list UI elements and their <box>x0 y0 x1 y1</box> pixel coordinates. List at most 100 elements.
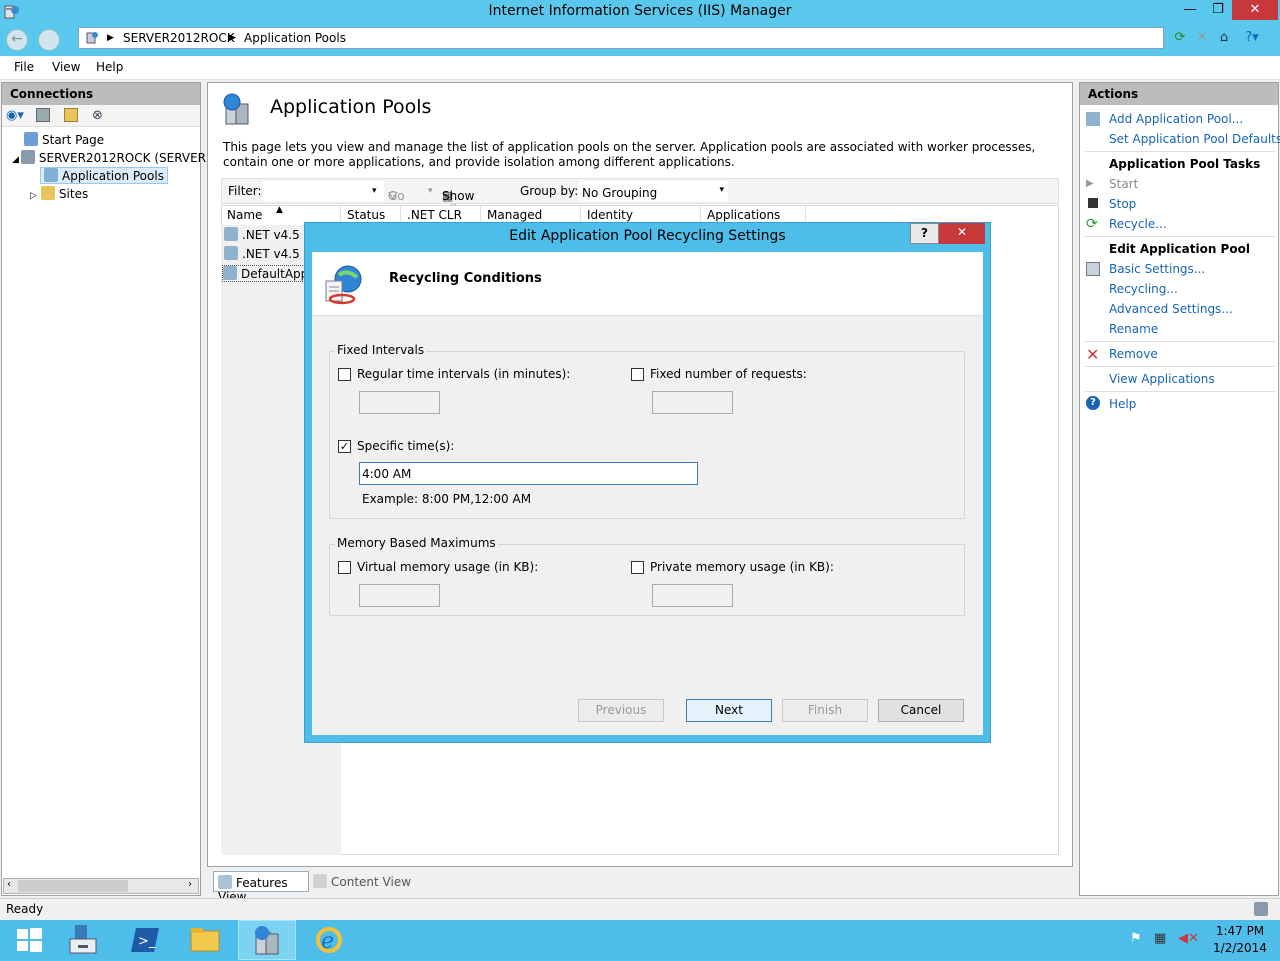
dialog-help-button[interactable]: ? <box>910 223 939 244</box>
refresh-icon[interactable]: ⟳ <box>1171 29 1189 47</box>
svg-text:>_: >_ <box>138 934 156 949</box>
minimize-button[interactable]: — <box>1176 0 1204 20</box>
finish-button[interactable]: Finish <box>782 699 868 722</box>
tree-server[interactable]: ◢ SERVER2012ROCK (SERVER201 <box>12 150 229 165</box>
virtual-memory-input[interactable] <box>359 584 440 607</box>
view-applications-link[interactable]: View Applications <box>1109 372 1215 386</box>
start-link[interactable]: Start <box>1109 177 1138 191</box>
taskbar-powershell[interactable]: >_ <box>116 920 174 960</box>
connections-header: Connections <box>2 83 200 105</box>
start-page-icon <box>24 132 38 146</box>
help-dropdown-icon[interactable]: ?▾ <box>1243 29 1261 47</box>
filter-label: Filter: <box>228 184 262 198</box>
pool-icon <box>224 246 238 260</box>
taskbar-server-manager[interactable] <box>54 920 112 960</box>
breadcrumb-separator-icon: ▶ <box>107 33 114 43</box>
status-text: Ready <box>6 902 44 916</box>
scroll-thumb[interactable] <box>18 880 128 892</box>
network-icon[interactable]: ▦ <box>1154 931 1166 946</box>
address-bar[interactable]: ▶ SERVER2012ROCK ▶ Application Pools <box>78 27 1164 49</box>
application-pools-icon <box>223 93 249 125</box>
breadcrumb-separator-icon: ▶ <box>229 33 236 43</box>
close-button[interactable]: ✕ <box>1232 0 1278 20</box>
forward-button[interactable] <box>38 29 60 51</box>
fixed-requests-input[interactable] <box>652 391 733 414</box>
basic-settings-link[interactable]: Basic Settings... <box>1109 262 1205 276</box>
go-dropdown-icon[interactable]: ▾ <box>428 186 433 196</box>
dialog-title: Edit Application Pool Recycling Settings <box>509 228 786 244</box>
stop-square-icon <box>1088 198 1098 208</box>
fixed-requests-checkbox[interactable] <box>631 368 644 381</box>
set-defaults-link[interactable]: Set Application Pool Defaults... <box>1109 132 1280 146</box>
table-row[interactable]: .NET v4.5 C <box>224 246 312 261</box>
actions-divider <box>1085 366 1275 367</box>
clock-date[interactable]: 1/2/2014 <box>1210 941 1270 955</box>
actions-divider <box>1085 391 1275 392</box>
private-memory-input[interactable] <box>652 584 733 607</box>
filter-dropdown-icon[interactable]: ▾ <box>372 186 377 196</box>
group-by-select[interactable]: No Grouping ▾ <box>578 181 728 201</box>
menu-help[interactable]: Help <box>96 60 123 74</box>
volume-muted-icon[interactable]: ◀✕ <box>1178 931 1199 946</box>
tab-features-view[interactable]: Features View <box>213 871 309 904</box>
remove-link[interactable]: Remove <box>1109 347 1158 361</box>
breadcrumb-page[interactable]: Application Pools <box>244 31 346 45</box>
clock-time[interactable]: 1:47 PM <box>1210 924 1270 938</box>
save-icon[interactable] <box>36 108 50 122</box>
taskbar-iis-manager[interactable] <box>238 920 296 960</box>
disconnect-icon[interactable]: ⊗ <box>92 108 103 123</box>
previous-button[interactable]: Previous <box>578 699 664 722</box>
connect-globe-icon[interactable]: ◉▾ <box>6 108 24 123</box>
virtual-memory-checkbox[interactable] <box>338 561 351 574</box>
regular-intervals-input[interactable] <box>359 391 440 414</box>
scroll-right-icon[interactable]: › <box>188 879 192 890</box>
connections-horizontal-scrollbar[interactable]: ‹ › <box>3 878 199 894</box>
home-icon[interactable]: ⌂ <box>1215 29 1233 47</box>
recycling-link[interactable]: Recycling... <box>1109 282 1178 296</box>
help-link[interactable]: Help <box>1109 397 1136 411</box>
status-bar <box>0 898 1280 920</box>
add-application-pool-link[interactable]: Add Application Pool... <box>1109 112 1243 126</box>
server-node-icon <box>20 150 35 164</box>
next-button[interactable]: Next <box>686 699 772 722</box>
maximize-button[interactable]: ❐ <box>1204 0 1232 20</box>
expand-arrow-icon: ▷ <box>30 191 37 201</box>
connections-toolbar: ◉▾ ⊗ <box>2 105 200 127</box>
tree-start-page[interactable]: Start Page <box>24 132 104 147</box>
recycle-link[interactable]: Recycle... <box>1109 217 1167 231</box>
regular-intervals-label: Regular time intervals (in minutes): <box>357 367 571 381</box>
specific-times-checkbox[interactable]: ✓ <box>338 440 351 453</box>
dialog-close-button[interactable]: ✕ <box>939 223 985 244</box>
filter-input[interactable] <box>262 181 384 201</box>
svg-text:e: e <box>321 929 334 954</box>
back-button[interactable]: ← <box>6 29 28 51</box>
menu-bar: File View Help <box>0 56 1280 80</box>
checkmark-icon: ✓ <box>339 440 350 453</box>
table-row[interactable]: DefaultApp <box>222 265 314 282</box>
specific-times-example: Example: 8:00 PM,12:00 AM <box>362 492 532 506</box>
advanced-settings-link[interactable]: Advanced Settings... <box>1109 302 1233 316</box>
private-memory-checkbox[interactable] <box>631 561 644 574</box>
tree-sites[interactable]: ▷ Sites <box>30 186 88 201</box>
tree-application-pools[interactable]: Application Pools <box>40 167 168 184</box>
collapse-arrow-icon: ◢ <box>12 155 19 165</box>
regular-intervals-checkbox[interactable] <box>338 368 351 381</box>
specific-times-input[interactable] <box>359 462 698 485</box>
recycle-icon: ⟳ <box>1086 216 1098 232</box>
menu-view[interactable]: View <box>52 60 80 74</box>
folder-icon[interactable] <box>64 108 78 122</box>
cancel-button[interactable]: Cancel <box>878 699 964 722</box>
stop-link[interactable]: Stop <box>1109 197 1136 211</box>
scroll-left-icon[interactable]: ‹ <box>7 879 11 890</box>
rename-link[interactable]: Rename <box>1109 322 1158 336</box>
stop-icon[interactable]: ✕ <box>1193 29 1211 47</box>
breadcrumb-server[interactable]: SERVER2012ROCK <box>123 31 235 45</box>
virtual-memory-label: Virtual memory usage (in KB): <box>357 560 539 574</box>
menu-file[interactable]: File <box>14 60 34 74</box>
taskbar-file-explorer[interactable] <box>176 920 234 960</box>
start-button[interactable] <box>0 920 58 960</box>
action-center-flag-icon[interactable]: ⚑ <box>1130 931 1142 946</box>
table-row[interactable]: .NET v4.5 <box>224 227 300 242</box>
tab-content-view[interactable]: Content View <box>313 874 411 889</box>
taskbar-internet-explorer[interactable]: e <box>300 920 358 960</box>
